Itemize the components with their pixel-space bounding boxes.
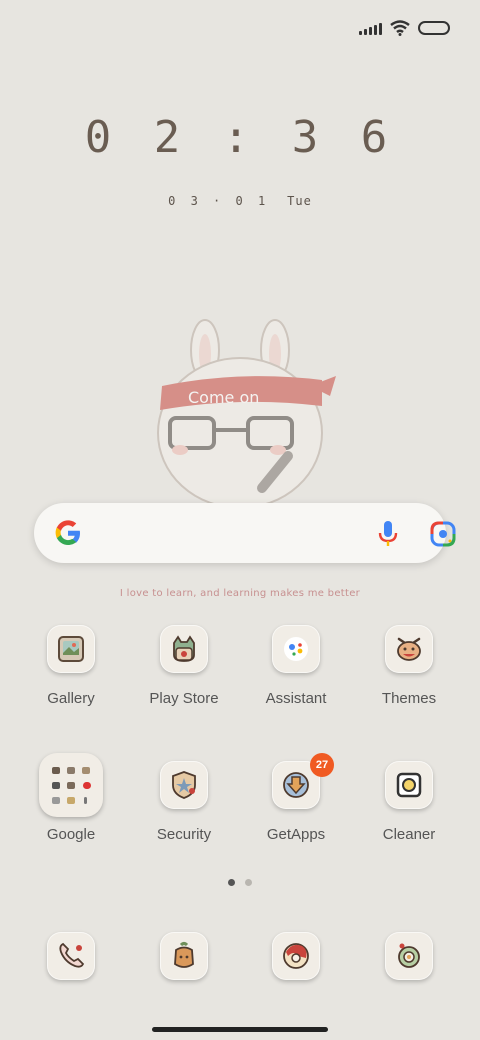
google-g-icon bbox=[55, 520, 80, 545]
browser-icon bbox=[272, 932, 320, 980]
clock-time[interactable]: 0 2 : 3 6 bbox=[0, 112, 480, 163]
lens-camera-icon[interactable] bbox=[430, 521, 456, 547]
app-label: GetApps bbox=[266, 826, 326, 843]
page-indicator[interactable] bbox=[228, 879, 252, 886]
dock-camera[interactable] bbox=[353, 932, 465, 980]
battery-icon bbox=[418, 21, 450, 35]
signal-icon bbox=[359, 21, 382, 35]
security-icon bbox=[160, 761, 208, 809]
notification-badge: 27 bbox=[310, 753, 334, 777]
date-weekday: Tue bbox=[287, 194, 312, 208]
date-day: 0 3 · 0 1 bbox=[168, 194, 270, 208]
app-play-store[interactable]: Play Store bbox=[128, 625, 240, 707]
app-gallery[interactable]: Gallery bbox=[15, 625, 127, 707]
folder-icon bbox=[39, 753, 103, 817]
microphone-icon[interactable] bbox=[376, 520, 400, 548]
dock-messages[interactable] bbox=[128, 932, 240, 980]
cleaner-icon bbox=[385, 761, 433, 809]
phone-icon bbox=[47, 932, 95, 980]
art-text: Come on bbox=[188, 388, 259, 407]
messages-icon bbox=[160, 932, 208, 980]
app-label: Assistant bbox=[265, 690, 327, 707]
clock-date[interactable]: 0 3 · 0 1 Tue bbox=[0, 194, 480, 208]
wallpaper-motto: I love to learn, and learning makes me b… bbox=[119, 588, 361, 599]
app-themes[interactable]: Themes bbox=[353, 625, 465, 707]
assistant-icon bbox=[272, 625, 320, 673]
page-dot-active[interactable] bbox=[228, 879, 235, 886]
google-search-bar[interactable] bbox=[34, 503, 456, 563]
folder-google[interactable]: Google bbox=[15, 753, 127, 843]
app-label: Gallery bbox=[47, 690, 95, 707]
camera-icon bbox=[385, 932, 433, 980]
app-label: Google bbox=[46, 826, 96, 843]
app-security[interactable]: Security bbox=[128, 761, 240, 843]
home-gesture-bar[interactable] bbox=[152, 1027, 328, 1032]
page-dot[interactable] bbox=[245, 879, 252, 886]
app-cleaner[interactable]: Cleaner bbox=[353, 761, 465, 843]
app-label: Cleaner bbox=[382, 826, 436, 843]
app-label: Themes bbox=[381, 690, 437, 707]
dock-phone[interactable] bbox=[15, 932, 127, 980]
wifi-icon bbox=[390, 20, 410, 36]
gallery-icon bbox=[47, 625, 95, 673]
status-bar bbox=[359, 14, 450, 42]
dock-browser[interactable] bbox=[240, 932, 352, 980]
bunny-wallpaper-art: Come on bbox=[157, 319, 336, 509]
play-store-icon bbox=[160, 625, 208, 673]
app-getapps[interactable]: 27 GetApps bbox=[240, 753, 352, 843]
app-assistant[interactable]: Assistant bbox=[240, 625, 352, 707]
app-label: Play Store bbox=[149, 690, 219, 707]
themes-icon bbox=[385, 625, 433, 673]
app-label: Security bbox=[156, 826, 212, 843]
